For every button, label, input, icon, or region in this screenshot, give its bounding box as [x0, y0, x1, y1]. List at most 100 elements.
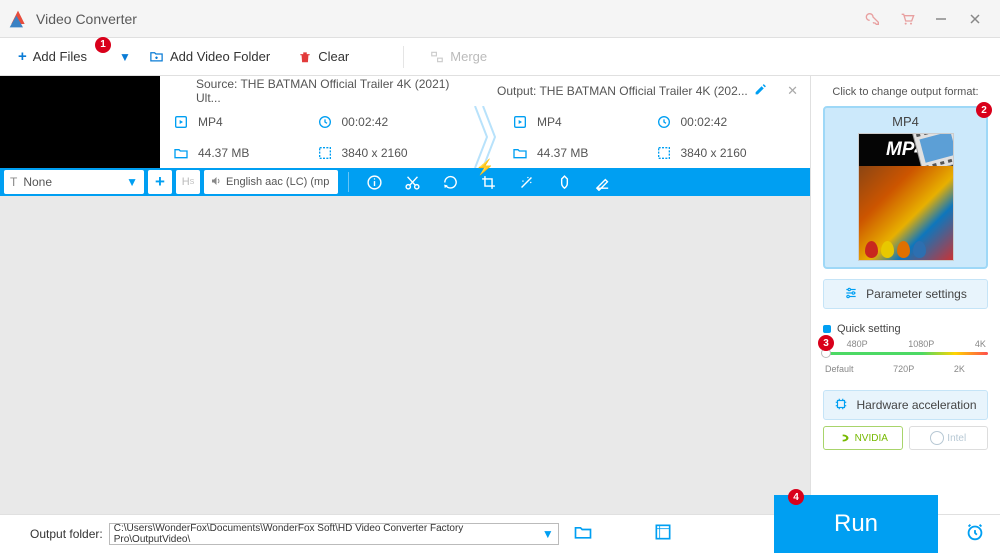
lightning-icon: ⚡ — [476, 158, 495, 176]
close-button[interactable] — [958, 4, 992, 34]
format-icon — [172, 113, 190, 131]
out-size: 44.37 MB — [537, 146, 588, 160]
src-resolution: 3840 x 2160 — [342, 146, 408, 160]
separator — [348, 172, 349, 192]
edit-toolbar: T None ▼ + HS English aac (LC) (mp — [0, 168, 810, 196]
resolution-icon — [316, 144, 334, 162]
q-720: 720P — [893, 364, 914, 374]
empty-area — [0, 196, 810, 514]
sliders-icon — [844, 286, 858, 303]
quality-slider[interactable] — [823, 352, 988, 355]
chip-icon — [834, 397, 848, 414]
bullet-icon — [823, 325, 831, 333]
nvidia-chip[interactable]: NVIDIA — [823, 426, 903, 450]
rotate-button[interactable] — [431, 168, 469, 196]
watermark-button[interactable] — [545, 168, 583, 196]
chevron-down-icon[interactable]: ▼ — [542, 527, 554, 541]
effects-button[interactable] — [507, 168, 545, 196]
audio-select[interactable]: English aac (LC) (mp — [204, 170, 338, 194]
separator — [403, 46, 404, 68]
add-files-label: Add Files — [33, 49, 87, 64]
badge-1: 1 — [95, 37, 111, 53]
video-item: Source: THE BATMAN Official Trailer 4K (… — [0, 76, 810, 168]
output-panel: Click to change output format: 2 MP4 MP4 — [810, 76, 1000, 514]
cut-button[interactable] — [393, 168, 431, 196]
output-format-button[interactable]: 2 MP4 MP4 — [823, 106, 988, 269]
parameter-settings-button[interactable]: Parameter settings — [823, 279, 988, 309]
intel-icon — [930, 431, 944, 445]
clear-button[interactable]: Clear — [284, 41, 363, 73]
q-480: 480P — [847, 339, 868, 349]
output-folder-label: Output folder: — [30, 527, 103, 541]
app-title: Video Converter — [36, 11, 856, 27]
toolbar: + Add Files 1 ▼ Add Video Folder Clear M… — [0, 38, 1000, 76]
output-path-value: C:\Users\WonderFox\Documents\WonderFox S… — [114, 523, 542, 545]
quick-setting-title: 3 Quick setting — [823, 323, 988, 335]
format-icon — [511, 113, 529, 131]
cart-icon[interactable] — [890, 4, 924, 34]
clock-icon — [655, 113, 673, 131]
schedule-icon[interactable] — [964, 521, 986, 548]
add-folder-button[interactable]: Add Video Folder — [135, 41, 284, 73]
add-folder-label: Add Video Folder — [170, 49, 270, 64]
chevron-down-icon: ▼ — [126, 175, 138, 189]
output-path-input[interactable]: C:\Users\WonderFox\Documents\WonderFox S… — [109, 523, 559, 545]
quality-labels-bottom: Default . 720P . 2K . — [823, 364, 988, 374]
trash-icon — [298, 50, 312, 64]
run-button[interactable]: 4 Run — [774, 495, 938, 553]
app-logo-icon — [8, 9, 28, 29]
h-label: H — [182, 176, 190, 188]
hardsub-button[interactable]: HS — [176, 170, 200, 194]
clear-label: Clear — [318, 49, 349, 64]
hw-label: Hardware acceleration — [856, 398, 976, 412]
add-track-button[interactable]: + — [148, 170, 172, 194]
merge-button: Merge — [416, 41, 501, 73]
video-thumbnail[interactable] — [0, 76, 160, 168]
out-format: MP4 — [537, 115, 562, 129]
info-button[interactable] — [355, 168, 393, 196]
out-duration: 00:02:42 — [681, 115, 728, 129]
format-thumbnail: MP4 — [858, 133, 954, 261]
quick-label: Quick setting — [837, 323, 901, 335]
add-files-dropdown[interactable]: ▼ — [115, 50, 135, 64]
source-title: Source: THE BATMAN Official Trailer 4K (… — [172, 77, 473, 105]
browse-folder-icon[interactable] — [573, 522, 593, 547]
subtitle-value: None — [23, 175, 52, 189]
subtitle-select[interactable]: T None ▼ — [4, 170, 144, 194]
param-label: Parameter settings — [866, 287, 967, 301]
merge-icon — [430, 50, 444, 64]
q-default: Default — [825, 364, 854, 374]
badge-3: 3 — [818, 335, 834, 351]
intel-label: Intel — [947, 433, 966, 444]
nvidia-icon — [838, 431, 852, 445]
resolution-icon — [655, 144, 673, 162]
q-2k: 2K — [954, 364, 965, 374]
hardware-accel-button[interactable]: Hardware acceleration — [823, 390, 988, 420]
nvidia-label: NVIDIA — [855, 433, 888, 444]
speaker-icon — [210, 175, 222, 190]
src-size: 44.37 MB — [198, 146, 249, 160]
rename-icon[interactable] — [754, 83, 767, 99]
subtitle-icon: T — [10, 175, 17, 189]
remove-item-icon[interactable]: ✕ — [774, 83, 798, 99]
folder-plus-icon — [149, 49, 164, 64]
logs-icon[interactable] — [653, 522, 673, 547]
merge-label: Merge — [450, 49, 487, 64]
edit-button[interactable] — [583, 168, 621, 196]
output-title: Output: THE BATMAN Official Trailer 4K (… — [497, 84, 748, 98]
minimize-button[interactable] — [924, 4, 958, 34]
intel-chip[interactable]: Intel — [909, 426, 989, 450]
add-files-button[interactable]: + Add Files 1 — [4, 41, 101, 73]
badge-4: 4 — [788, 489, 804, 505]
conversion-arrow: ⚡ — [471, 106, 499, 168]
titlebar: Video Converter — [0, 0, 1000, 38]
run-label: Run — [834, 510, 878, 538]
format-label: MP4 — [831, 114, 980, 129]
out-resolution: 3840 x 2160 — [681, 146, 747, 160]
folder-icon — [511, 144, 529, 162]
badge-2: 2 — [976, 102, 992, 118]
q-4k: 4K — [975, 339, 986, 349]
output-panel-title: Click to change output format: — [823, 86, 988, 98]
footer: Output folder: C:\Users\WonderFox\Docume… — [0, 514, 1000, 553]
register-icon[interactable] — [856, 4, 890, 34]
